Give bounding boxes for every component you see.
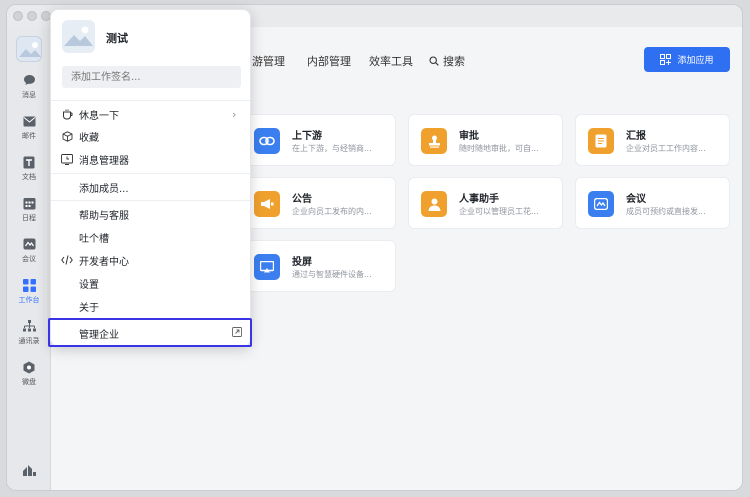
menu-item-label: 消息管理器: [79, 155, 129, 167]
app-card-screen-cast[interactable]: 投屏 通过与智慧硬件设备...: [241, 240, 396, 292]
stamp-icon: [421, 128, 447, 154]
tab-partner-management[interactable]: 游管理: [252, 53, 285, 69]
add-app-button[interactable]: 添加应用: [644, 47, 730, 72]
sidebar: 消息 邮件 文档 日程 会议 工作台 通讯录 微盘: [7, 27, 51, 490]
divider: [51, 100, 250, 101]
sidebar-item-label: 日程: [22, 214, 36, 222]
report-icon: [588, 128, 614, 154]
person-icon: [421, 191, 447, 217]
card-description: 随时随地审批，可自...: [459, 144, 539, 153]
menu-item-label: 设置: [79, 279, 99, 291]
megaphone-icon: [254, 191, 280, 217]
app-card-report[interactable]: 汇报 企业对员工工作内容...: [575, 114, 730, 166]
profile-menu: 测试 休息一下 › 收藏 消息管理器 添加成员... 帮助与客服 吐个槽 开发者…: [50, 9, 251, 347]
menu-item-developer-center[interactable]: 开发者中心: [51, 249, 250, 271]
app-card-hr-assistant[interactable]: 人事助手 企业可以管理员工花...: [408, 177, 563, 229]
screen-cast-icon: [254, 254, 280, 280]
app-card-approval[interactable]: 审批 随时随地审批，可自...: [408, 114, 563, 166]
sidebar-item-label: 工作台: [18, 296, 40, 304]
doc-icon: [22, 155, 36, 169]
workbench-icon: [22, 278, 36, 292]
sidebar-item-calendar[interactable]: 日程: [7, 192, 51, 232]
manage-enterprise-highlight: [48, 318, 252, 347]
card-title: 汇报: [626, 131, 646, 142]
sidebar-item-messages[interactable]: 消息: [7, 69, 51, 109]
sidebar-item-drive[interactable]: 微盘: [7, 356, 51, 396]
app-card-meeting[interactable]: 会议 成员可预约或直接发...: [575, 177, 730, 229]
sidebar-item-label: 会议: [22, 255, 36, 263]
calendar-icon: [22, 196, 36, 210]
card-description: 企业对员工工作内容...: [626, 144, 706, 153]
sidebar-item-workbench[interactable]: 工作台: [7, 274, 51, 314]
minimize-window-button[interactable]: [27, 11, 37, 21]
add-app-label: 添加应用: [677, 56, 714, 66]
sidebar-bottom-button[interactable]: [7, 459, 51, 479]
menu-item-label: 添加成员...: [79, 183, 129, 195]
divider: [51, 173, 250, 174]
menu-item-label: 收藏: [79, 132, 99, 144]
drive-icon: [22, 360, 36, 374]
app-card-upstream[interactable]: 上下游 在上下游，与经销商...: [241, 114, 396, 166]
tab-label: 效率工具: [369, 55, 413, 68]
menu-item-feedback[interactable]: 吐个槽: [51, 226, 250, 248]
cube-icon: [51, 130, 79, 142]
tab-search-label: 搜索: [443, 55, 465, 68]
menu-item-take-break[interactable]: 休息一下 ›: [51, 103, 250, 125]
clock-monitor-icon: [51, 153, 79, 165]
menu-item-settings[interactable]: 设置: [51, 272, 250, 294]
chat-icon: [22, 73, 36, 87]
search-icon: [429, 56, 439, 66]
company-name: 测试: [106, 32, 128, 45]
sidebar-item-label: 微盘: [22, 378, 36, 386]
add-app-icon: [660, 54, 672, 65]
apps-shortcut-icon: [22, 463, 36, 477]
tab-search[interactable]: 搜索: [429, 53, 465, 69]
card-title: 公告: [292, 194, 312, 205]
card-description: 企业可以管理员工花...: [459, 207, 539, 216]
code-icon: [51, 255, 79, 265]
sidebar-item-meeting[interactable]: 会议: [7, 233, 51, 273]
contacts-icon: [22, 319, 36, 333]
card-title: 人事助手: [459, 194, 499, 205]
tab-productivity-tools[interactable]: 效率工具: [369, 53, 413, 69]
card-description: 通过与智慧硬件设备...: [292, 270, 372, 279]
mail-icon: [22, 114, 36, 128]
tab-internal-management[interactable]: 内部管理: [307, 53, 351, 69]
link-icon: [254, 128, 280, 154]
sidebar-item-label: 通讯录: [18, 337, 40, 345]
card-description: 成员可预约或直接发...: [626, 207, 706, 216]
chevron-right-icon: ›: [232, 107, 237, 121]
menu-item-favorites[interactable]: 收藏: [51, 125, 250, 147]
sidebar-item-contacts[interactable]: 通讯录: [7, 315, 51, 355]
close-window-button[interactable]: [13, 11, 23, 21]
app-card-announcement[interactable]: 公告 企业向员工发布的内...: [241, 177, 396, 229]
menu-item-label: 帮助与客服: [79, 210, 129, 222]
menu-item-message-manager[interactable]: 消息管理器: [51, 148, 250, 170]
card-description: 在上下游，与经销商...: [292, 144, 372, 153]
card-title: 会议: [626, 194, 646, 205]
menu-item-label: 开发者中心: [79, 256, 129, 268]
card-title: 上下游: [292, 131, 322, 142]
sidebar-item-label: 邮件: [22, 132, 36, 140]
card-title: 审批: [459, 131, 479, 142]
menu-item-help[interactable]: 帮助与客服: [51, 203, 250, 225]
sidebar-item-label: 文档: [22, 173, 36, 181]
sidebar-item-mail[interactable]: 邮件: [7, 110, 51, 150]
menu-item-label: 吐个槽: [79, 233, 109, 245]
menu-item-add-member[interactable]: 添加成员...: [51, 176, 250, 198]
divider: [51, 200, 250, 201]
coffee-icon: [51, 109, 79, 120]
sidebar-item-label: 消息: [22, 91, 36, 99]
menu-item-about[interactable]: 关于: [51, 295, 250, 317]
menu-item-label: 休息一下: [79, 110, 119, 122]
meeting-icon: [588, 191, 614, 217]
company-avatar[interactable]: [16, 36, 42, 62]
work-signature-input[interactable]: [62, 66, 241, 88]
sidebar-item-docs[interactable]: 文档: [7, 151, 51, 191]
company-avatar[interactable]: [62, 20, 95, 53]
menu-item-label: 关于: [79, 302, 99, 314]
meeting-icon: [22, 237, 36, 251]
card-title: 投屏: [292, 257, 312, 268]
card-description: 企业向员工发布的内...: [292, 207, 372, 216]
